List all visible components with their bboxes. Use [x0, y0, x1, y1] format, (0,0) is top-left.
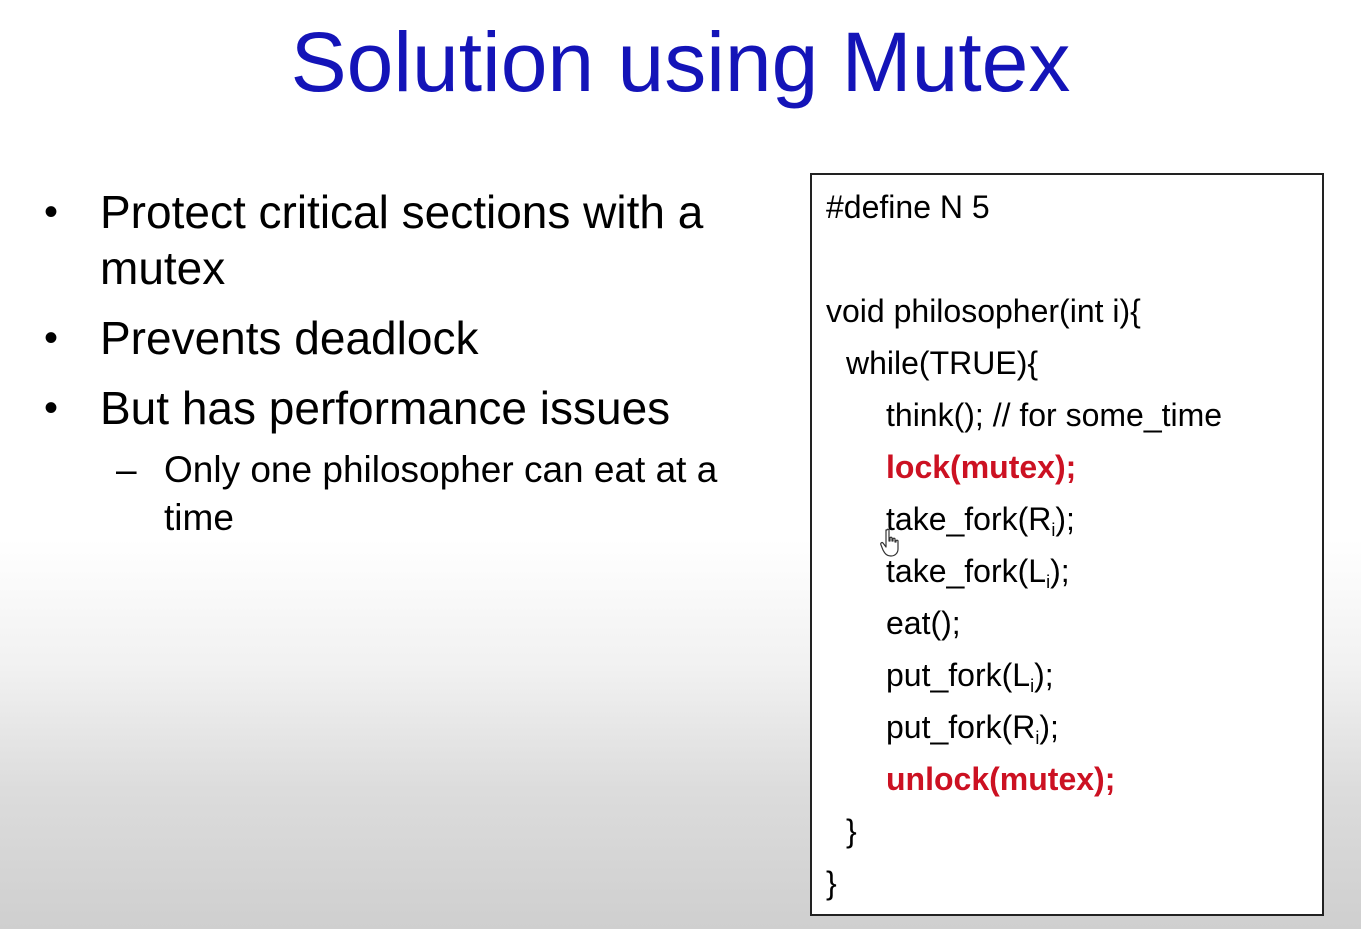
code-line-take-fork-r: take_fork(Ri); — [886, 499, 1075, 539]
slide-title: Solution using Mutex — [290, 15, 1071, 109]
bullet-text: Protect critical sections with a mutex — [100, 186, 704, 294]
code-line-while: while(TRUE){ — [846, 345, 1039, 381]
sub-bullet-item: – Only one philosopher can eat at a time — [44, 446, 784, 542]
bullet-dot: • — [44, 316, 59, 360]
bullet-item: • Prevents deadlock — [44, 310, 784, 366]
bullet-text: Prevents deadlock — [100, 312, 479, 364]
code-line-close-func: } — [826, 865, 837, 901]
bullet-list: • Protect critical sections with a mutex… — [44, 184, 784, 542]
bullet-dot: • — [44, 190, 59, 234]
code-text: ); — [1039, 709, 1059, 745]
bullet-text: But has performance issues — [100, 382, 671, 434]
code-text: ); — [1050, 553, 1070, 589]
code-line-put-fork-r: put_fork(Ri); — [886, 707, 1059, 747]
code-line-eat: eat(); — [886, 605, 961, 641]
code-line-take-fork-l: take_fork(Li); — [886, 551, 1070, 591]
code-line-think: think(); // for some_time — [886, 397, 1223, 433]
sub-bullet-text: Only one philosopher can eat at a time — [164, 449, 718, 538]
bullet-dot: • — [44, 386, 59, 430]
code-text: ); — [1055, 501, 1075, 537]
code-line-func-signature: void philosopher(int i){ — [826, 293, 1141, 329]
code-line-define: #define N 5 — [826, 189, 990, 225]
code-text: ); — [1034, 657, 1054, 693]
code-text: take_fork(L — [886, 553, 1047, 589]
code-line-lock: lock(mutex); — [886, 449, 1077, 485]
bullet-item: • Protect critical sections with a mutex — [44, 184, 784, 296]
sub-bullet-dash: – — [116, 449, 137, 490]
code-line-close-while: } — [846, 813, 857, 849]
code-text: take_fork(R — [886, 501, 1052, 537]
code-line-unlock: unlock(mutex); — [886, 761, 1116, 797]
code-text: put_fork(R — [886, 709, 1036, 745]
code-line-put-fork-l: put_fork(Li); — [886, 655, 1054, 695]
hand-cursor-icon — [880, 528, 899, 557]
code-text: put_fork(L — [886, 657, 1031, 693]
bullet-item: • But has performance issues — [44, 380, 784, 436]
